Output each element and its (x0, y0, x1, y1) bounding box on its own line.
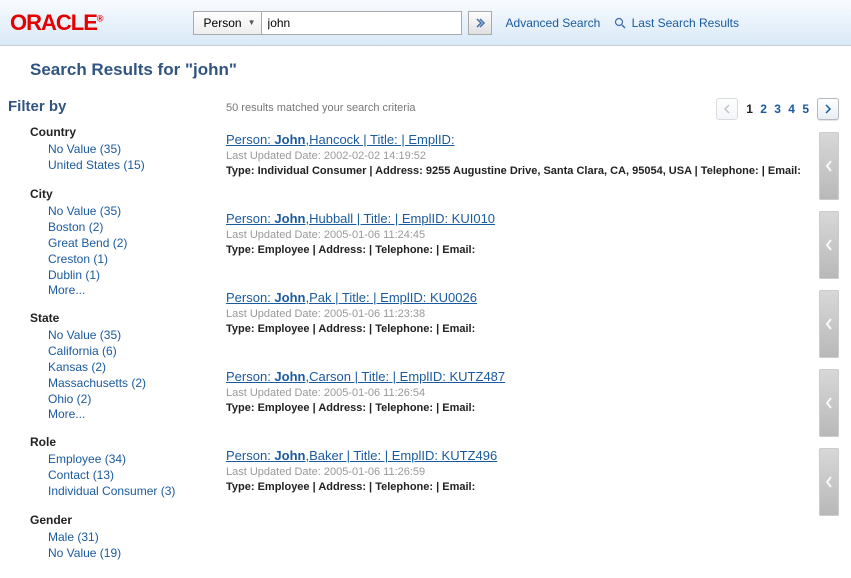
result-meta: Type: Individual Consumer | Address: 925… (226, 165, 809, 177)
facet-more-link[interactable]: More... (30, 282, 85, 298)
facet-more-link[interactable]: More... (30, 406, 85, 422)
facet-item[interactable]: Great Bend (2) (30, 235, 206, 251)
pager-page-3[interactable]: 3 (772, 102, 783, 116)
result-meta: Type: Employee | Address: | Telephone: |… (226, 323, 809, 335)
facet-item[interactable]: No Value (35) (30, 141, 206, 157)
search-history-icon (614, 17, 626, 29)
facet-item[interactable]: No Value (35) (30, 203, 206, 219)
result-item: Person: John,Hancock | Title: | EmplID:L… (222, 132, 839, 211)
expand-handle[interactable] (819, 369, 839, 437)
expand-handle[interactable] (819, 211, 839, 279)
facet-item[interactable]: Creston (1) (30, 251, 206, 267)
pager-page-4[interactable]: 4 (786, 102, 797, 116)
pager-page-5[interactable]: 5 (800, 102, 811, 116)
facet-label-role: Role (30, 435, 206, 449)
expand-handle[interactable] (819, 448, 839, 516)
page-title: Search Results for "john" (0, 46, 851, 90)
facet-item[interactable]: Massachusetts (2) (30, 375, 206, 391)
go-icon (475, 18, 485, 28)
facet-label-country: Country (30, 125, 206, 139)
filter-sidebar: Filter by CountryNo Value (35)United Sta… (0, 90, 210, 575)
facet-item[interactable]: Employee (34) (30, 451, 206, 467)
result-item: Person: John,Hubball | Title: | EmplID: … (222, 211, 839, 290)
facet-item[interactable]: Kansas (2) (30, 359, 206, 375)
top-bar: ORACLE® Person Advanced Search Last Sear… (0, 0, 851, 46)
facet-item[interactable]: No Value (35) (30, 327, 206, 343)
result-updated-date: Last Updated Date: 2005-01-06 11:24:45 (226, 226, 809, 244)
advanced-search-link[interactable]: Advanced Search (506, 16, 601, 30)
search-go-button[interactable] (468, 11, 492, 35)
result-meta: Type: Employee | Address: | Telephone: |… (226, 481, 809, 493)
facet-item[interactable]: California (6) (30, 343, 206, 359)
pager-page-2[interactable]: 2 (758, 102, 769, 116)
result-updated-date: Last Updated Date: 2005-01-06 11:23:38 (226, 305, 809, 323)
pager-page-1[interactable]: 1 (744, 102, 755, 116)
result-updated-date: Last Updated Date: 2002-02-02 14:19:52 (226, 147, 809, 165)
chevron-left-icon (723, 104, 731, 114)
filter-title: Filter by (8, 98, 206, 115)
result-updated-date: Last Updated Date: 2005-01-06 11:26:54 (226, 384, 809, 402)
results-count: 50 results matched your search criteria (222, 98, 416, 132)
result-title-link[interactable]: Person: John,Hancock | Title: | EmplID: (226, 132, 455, 147)
facet-item[interactable]: Dublin (1) (30, 267, 206, 283)
pager-prev-button[interactable] (716, 98, 738, 120)
facet-label-gender: Gender (30, 513, 206, 527)
result-item: Person: John,Carson | Title: | EmplID: K… (222, 369, 839, 448)
oracle-logo: ORACLE® (10, 10, 103, 36)
last-search-results-link[interactable]: Last Search Results (614, 16, 739, 30)
chevron-left-icon (824, 238, 834, 252)
result-meta: Type: Employee | Address: | Telephone: |… (226, 244, 809, 256)
chevron-left-icon (824, 317, 834, 331)
facet-item[interactable]: Male (31) (30, 529, 206, 545)
chevron-left-icon (824, 396, 834, 410)
facet-item[interactable]: United States (15) (30, 157, 206, 173)
result-title-link[interactable]: Person: John,Hubball | Title: | EmplID: … (226, 211, 495, 226)
facet-item[interactable]: No Value (19) (30, 545, 206, 561)
result-title-link[interactable]: Person: John,Baker | Title: | EmplID: KU… (226, 448, 497, 463)
facet-item[interactable]: Contact (13) (30, 467, 206, 483)
search-scope-select[interactable]: Person (193, 11, 262, 35)
result-meta: Type: Employee | Address: | Telephone: |… (226, 402, 809, 414)
results-panel: 50 results matched your search criteria … (210, 90, 851, 575)
result-item: Person: John,Pak | Title: | EmplID: KU00… (222, 290, 839, 369)
result-item: Person: John,Baker | Title: | EmplID: KU… (222, 448, 839, 527)
pager-next-button[interactable] (817, 98, 839, 120)
pager: 1 2 3 4 5 (716, 98, 839, 120)
result-title-link[interactable]: Person: John,Carson | Title: | EmplID: K… (226, 369, 505, 384)
chevron-right-icon (824, 104, 832, 114)
chevron-left-icon (824, 159, 834, 173)
search-input[interactable] (262, 11, 462, 35)
facet-item[interactable]: Ohio (2) (30, 391, 206, 407)
expand-handle[interactable] (819, 290, 839, 358)
facet-item[interactable]: Boston (2) (30, 219, 206, 235)
result-title-link[interactable]: Person: John,Pak | Title: | EmplID: KU00… (226, 290, 477, 305)
facet-label-state: State (30, 311, 206, 325)
facet-label-city: City (30, 187, 206, 201)
expand-handle[interactable] (819, 132, 839, 200)
result-updated-date: Last Updated Date: 2005-01-06 11:26:59 (226, 463, 809, 481)
chevron-left-icon (824, 475, 834, 489)
facet-item[interactable]: Individual Consumer (3) (30, 483, 206, 499)
